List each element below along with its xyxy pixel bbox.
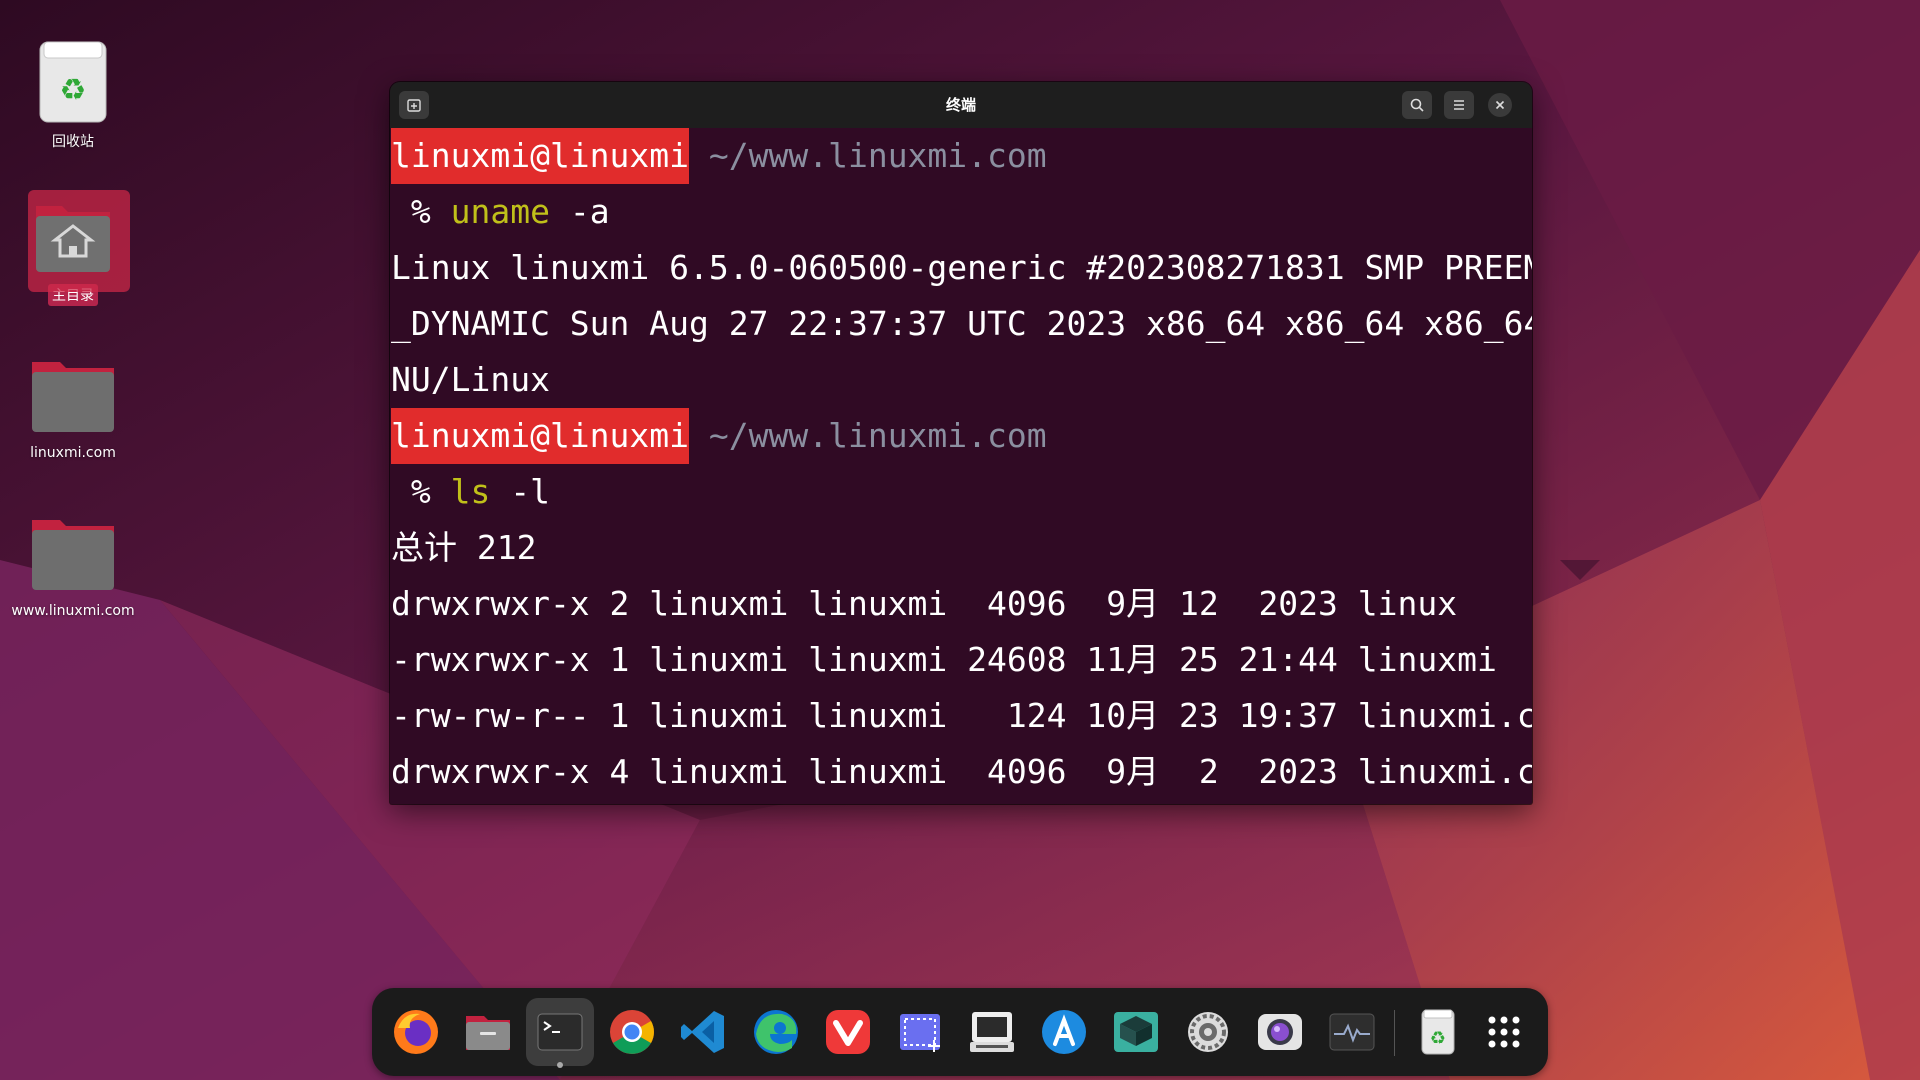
terminal-icon bbox=[537, 1013, 583, 1051]
screenshot-icon bbox=[900, 1014, 940, 1052]
svg-text:♻: ♻ bbox=[60, 73, 87, 108]
hamburger-menu-icon bbox=[1454, 100, 1464, 110]
vscode-icon bbox=[681, 1011, 724, 1053]
dock-software-package[interactable] bbox=[1102, 998, 1170, 1066]
files-icon bbox=[466, 1016, 510, 1050]
window-title: 终端 bbox=[945, 96, 976, 114]
dock-edge[interactable] bbox=[742, 998, 810, 1066]
prompt-user-host: linuxmi@linuxmi bbox=[391, 128, 690, 184]
dock: ♻ bbox=[372, 988, 1548, 1076]
settings-icon bbox=[1188, 1012, 1228, 1052]
desktop-icon-home[interactable]: 主目录 bbox=[13, 190, 133, 306]
new-tab-icon bbox=[407, 99, 421, 112]
desktop-icon-label: 回收站 bbox=[52, 134, 94, 150]
dock-vscode[interactable] bbox=[670, 998, 738, 1066]
dock-firefox[interactable] bbox=[382, 998, 450, 1066]
command-line: % ls -l bbox=[391, 464, 550, 520]
command-args: -a bbox=[549, 192, 610, 231]
desktop-icon-linuxmi-com[interactable]: linuxmi.com bbox=[13, 352, 133, 462]
software-package-icon bbox=[1114, 1012, 1158, 1052]
folder-icon bbox=[30, 352, 116, 438]
output-line: -rwxrwxr-x 1 linuxmi linuxmi 24608 11月 2… bbox=[391, 640, 1497, 679]
show-apps-grid-icon bbox=[1488, 1016, 1520, 1048]
output-line: -rw-rw-r-- 1 linuxmi linuxmi 124 10月 23 … bbox=[391, 696, 1532, 735]
dock-vivaldi[interactable] bbox=[814, 998, 882, 1066]
prompt-line: linuxmi@linuxmi ~/www.linuxmi.com bbox=[391, 408, 1047, 464]
dock-show-apps[interactable] bbox=[1470, 998, 1538, 1066]
dock-camera[interactable] bbox=[1246, 998, 1314, 1066]
output-line: drwxrwxr-x 2 linuxmi linuxmi 4096 9月 12 … bbox=[391, 584, 1458, 623]
output-line: 总计 212 bbox=[391, 528, 537, 567]
desktop-icon-label: linuxmi.com bbox=[30, 445, 116, 461]
folder-icon bbox=[30, 510, 116, 596]
desktop-icon-label: www.linuxmi.com bbox=[11, 603, 135, 619]
svg-text:♻: ♻ bbox=[1430, 1028, 1446, 1049]
trash-icon: ♻ bbox=[1421, 1009, 1455, 1055]
prompt-path: ~/www.linuxmi.com bbox=[689, 136, 1047, 175]
dock-trash[interactable]: ♻ bbox=[1404, 998, 1472, 1066]
terminal-window[interactable]: 终端 linuxmi@linuxmi ~/www.linuxmi.com % u… bbox=[390, 82, 1532, 804]
dock-screenshot[interactable] bbox=[886, 998, 954, 1066]
system-monitor-icon bbox=[1329, 1013, 1375, 1051]
desktop-icon-www-linuxmi-com[interactable]: www.linuxmi.com bbox=[11, 510, 135, 620]
app-center-icon bbox=[1042, 1010, 1086, 1054]
dock-separator bbox=[1394, 1010, 1395, 1056]
disk-image-writer-icon bbox=[970, 1012, 1014, 1052]
chrome-icon bbox=[610, 1010, 654, 1054]
prompt-symbol: % bbox=[391, 192, 451, 231]
output-line: drwxrwxr-x 4 linuxmi linuxmi 4096 9月 2 2… bbox=[391, 752, 1532, 791]
new-tab-button[interactable] bbox=[399, 91, 429, 119]
firefox-icon bbox=[394, 1010, 438, 1054]
edge-icon bbox=[754, 1010, 798, 1054]
running-indicator bbox=[557, 1062, 563, 1068]
vivaldi-icon bbox=[826, 1010, 870, 1054]
command-name: uname bbox=[450, 192, 550, 231]
prompt-symbol: % bbox=[391, 472, 451, 511]
dock-app-center[interactable] bbox=[1030, 998, 1098, 1066]
output-line: Linux linuxmi 6.5.0-060500-generic #2023… bbox=[391, 248, 1532, 287]
output-line: NU/Linux bbox=[391, 360, 550, 399]
dock-disk-writer[interactable] bbox=[958, 998, 1026, 1066]
prompt-user-host: linuxmi@linuxmi bbox=[391, 408, 690, 464]
command-name: ls bbox=[450, 472, 491, 511]
menu-button[interactable] bbox=[1444, 91, 1474, 119]
prompt-line: linuxmi@linuxmi ~/www.linuxmi.com bbox=[391, 128, 1047, 184]
search-button[interactable] bbox=[1402, 91, 1432, 119]
dock-files[interactable] bbox=[454, 998, 522, 1066]
dock-chrome[interactable] bbox=[598, 998, 666, 1066]
output-line: _DYNAMIC Sun Aug 27 22:37:37 UTC 2023 x8… bbox=[391, 304, 1532, 343]
command-line: % uname -a bbox=[391, 184, 610, 240]
close-icon bbox=[1495, 100, 1505, 110]
camera-icon bbox=[1258, 1014, 1302, 1050]
home-folder-icon bbox=[36, 206, 110, 272]
prompt-path: ~/www.linuxmi.com bbox=[689, 416, 1047, 455]
search-icon bbox=[1410, 98, 1424, 112]
terminal-output[interactable]: linuxmi@linuxmi ~/www.linuxmi.com % unam… bbox=[390, 128, 1532, 804]
command-args: -l bbox=[490, 472, 550, 511]
dock-settings[interactable] bbox=[1174, 998, 1242, 1066]
trash-icon: ♻ bbox=[30, 38, 116, 124]
terminal-titlebar[interactable]: 终端 bbox=[390, 82, 1532, 128]
desktop-icon-trash[interactable]: ♻ 回收站 bbox=[13, 38, 133, 152]
dock-system-monitor[interactable] bbox=[1318, 998, 1386, 1066]
close-button[interactable] bbox=[1488, 93, 1512, 117]
dock-terminal[interactable] bbox=[526, 998, 594, 1068]
